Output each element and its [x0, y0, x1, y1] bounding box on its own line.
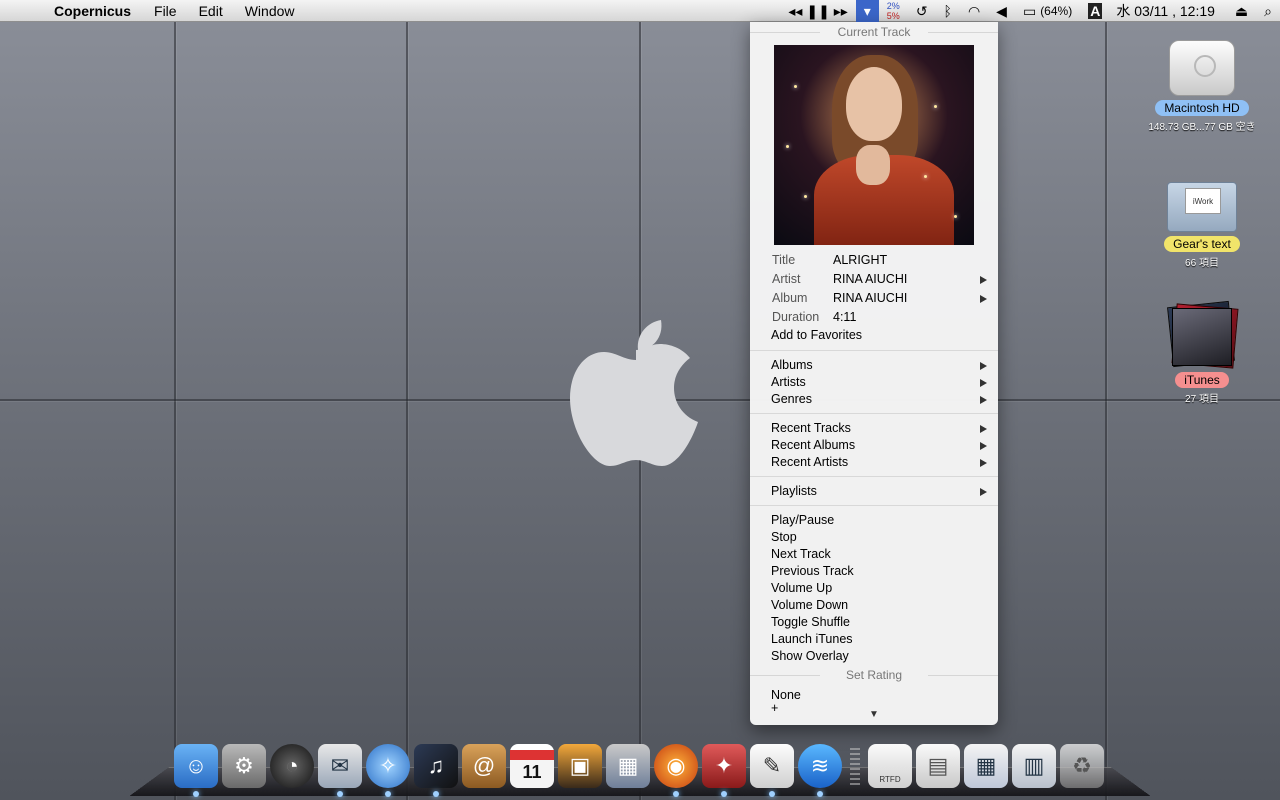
submenu-arrow-icon	[980, 295, 987, 303]
dock-system-preferences-icon[interactable]: ⚙	[222, 744, 266, 788]
submenu-arrow-icon	[980, 379, 987, 387]
dock-copernicus-icon[interactable]: ≋	[798, 744, 842, 797]
menu-file[interactable]: File	[143, 3, 188, 19]
apple-logo-wallpaper	[570, 320, 698, 466]
track-artist-row[interactable]: Artist RINA AIUCHI	[750, 270, 998, 289]
desktop-item-macintosh-hd[interactable]: Macintosh HD 148.73 GB...77 GB 空き	[1132, 40, 1272, 133]
menu-separator	[750, 505, 998, 506]
submenu-arrow-icon	[980, 459, 987, 467]
hard-drive-icon	[1169, 40, 1235, 96]
menu-item-show-overlay[interactable]: Show Overlay	[750, 648, 998, 665]
desktop-item-label: Macintosh HD	[1155, 100, 1249, 116]
menu-bar: Copernicus File Edit Window ◂◂ ❚❚ ▸▸ ▾ 2…	[0, 0, 1280, 22]
input-method-icon[interactable]: A	[1080, 0, 1110, 22]
desktop-item-gears-text[interactable]: iWork Gear's text 66 項目	[1132, 176, 1272, 269]
menu-clock[interactable]: 水 03/11 , 12:19	[1110, 1, 1227, 21]
desktop-item-itunes[interactable]: iTunes 27 項目	[1132, 300, 1272, 405]
dock-address-book-icon[interactable]: @	[462, 744, 506, 788]
desktop-item-label: Gear's text	[1164, 236, 1240, 252]
track-artist: RINA AIUCHI	[833, 272, 908, 286]
menu-edit[interactable]: Edit	[188, 3, 234, 19]
set-rating-heading: Set Rating	[750, 665, 998, 685]
menu-item-recent-albums[interactable]: Recent Albums	[750, 437, 998, 454]
eject-icon[interactable]: ⏏	[1227, 0, 1256, 22]
wifi-icon[interactable]: ◠	[960, 0, 988, 22]
scroll-down-arrow-icon[interactable]: ▼	[750, 709, 998, 720]
itunes-folder-icon	[1167, 300, 1239, 369]
dock-document-icon[interactable]: ▤	[916, 744, 960, 788]
dock-finder-icon[interactable]: ☺	[174, 744, 218, 797]
menu-item-launch-itunes[interactable]: Launch iTunes	[750, 631, 998, 648]
menu-item-previous-track[interactable]: Previous Track	[750, 563, 998, 580]
battery-percent: (64%)	[1040, 4, 1073, 18]
submenu-arrow-icon	[980, 442, 987, 450]
menu-separator	[750, 350, 998, 351]
desktop-item-info: 27 項目	[1185, 394, 1219, 405]
dock-ical-icon[interactable]: 11	[510, 744, 554, 788]
menu-item-recent-tracks[interactable]: Recent Tracks	[750, 420, 998, 437]
dock-iphoto-icon[interactable]: ▣	[558, 744, 602, 788]
submenu-arrow-icon	[980, 396, 987, 404]
submenu-arrow-icon	[980, 362, 987, 370]
menu-item-artists[interactable]: Artists	[750, 374, 998, 391]
track-menu-icon[interactable]: ▾	[855, 0, 879, 22]
add-to-favorites-item[interactable]: Add to Favorites	[750, 327, 998, 345]
time-machine-icon[interactable]: ↺	[908, 0, 936, 22]
dock-itunes-icon[interactable]: ♫	[414, 744, 458, 797]
track-duration-row: Duration 4:11	[750, 308, 998, 327]
desktop-item-info: 66 項目	[1185, 258, 1219, 269]
dock-screenshot-2-icon[interactable]: ▥	[1012, 744, 1056, 788]
desktop-grid-line	[406, 22, 408, 800]
bluetooth-icon[interactable]: ᛒ	[936, 0, 960, 22]
volume-icon[interactable]: ◀	[988, 0, 1015, 22]
dock-mail-icon[interactable]: ✉	[318, 744, 362, 797]
track-duration: 4:11	[833, 310, 857, 324]
dock-safari-icon[interactable]: ✧	[366, 744, 410, 797]
submenu-arrow-icon	[980, 425, 987, 433]
track-title: ALRIGHT	[833, 253, 888, 267]
current-track-heading: Current Track	[750, 22, 998, 42]
desktop-item-label: iTunes	[1175, 372, 1229, 388]
rating-none-item[interactable]: None	[750, 687, 998, 704]
playback-controls-icon[interactable]: ◂◂ ❚❚ ▸▸	[780, 0, 855, 22]
menu-item-volume-up[interactable]: Volume Up	[750, 580, 998, 597]
menu-window[interactable]: Window	[234, 3, 306, 19]
menu-item-genres[interactable]: Genres	[750, 391, 998, 408]
app-menu[interactable]: Copernicus	[38, 3, 143, 19]
dock-textedit-icon[interactable]: ✎	[750, 744, 794, 797]
folder-icon: iWork	[1167, 176, 1237, 232]
dock-firefox-icon[interactable]: ◉	[654, 744, 698, 797]
dock-rtfd-document-icon[interactable]: RTFD	[868, 744, 912, 788]
submenu-arrow-icon	[980, 488, 987, 496]
menu-item-albums[interactable]: Albums	[750, 357, 998, 374]
menu-item-volume-down[interactable]: Volume Down	[750, 597, 998, 614]
dock-screenshot-icon[interactable]: ▦	[964, 744, 1008, 788]
cpu-monitor[interactable]: 2% 5%	[879, 1, 908, 21]
desktop-item-info: 148.73 GB...77 GB 空き	[1148, 122, 1256, 133]
desktop-grid-line	[174, 22, 176, 800]
menu-separator	[750, 476, 998, 477]
menu-item-playlists[interactable]: Playlists	[750, 483, 998, 500]
desktop-grid-line	[1105, 22, 1107, 800]
current-track-menu: Current Track Title ALRIGHT Artist RINA …	[750, 22, 998, 725]
menu-item-stop[interactable]: Stop	[750, 529, 998, 546]
menu-separator	[750, 413, 998, 414]
spotlight-search-icon[interactable]: ⌕	[1256, 0, 1280, 22]
menu-item-recent-artists[interactable]: Recent Artists	[750, 454, 998, 471]
album-artwork[interactable]	[774, 45, 974, 245]
battery-icon[interactable]: ▭ (64%)	[1015, 0, 1080, 22]
submenu-arrow-icon	[980, 276, 987, 284]
menu-item-toggle-shuffle[interactable]: Toggle Shuffle	[750, 614, 998, 631]
dock-trash-icon[interactable]: ♻	[1060, 744, 1104, 788]
track-album-row[interactable]: Album RINA AIUCHI	[750, 289, 998, 308]
dock-divider[interactable]	[850, 748, 860, 788]
menu-item-play-pause[interactable]: Play/Pause	[750, 512, 998, 529]
menu-item-next-track[interactable]: Next Track	[750, 546, 998, 563]
dock-textmate-icon[interactable]: ✦	[702, 744, 746, 797]
dock-dashboard-icon[interactable]: ◔	[270, 744, 314, 788]
dock: ☺ ⚙ ◔ ✉ ✧ ♫ @ 11 ▣ ▦ ◉ ✦ ✎ ≋ RTFD ▤ ▦ ▥ …	[172, 738, 1106, 797]
track-title-row: Title ALRIGHT	[750, 251, 998, 270]
track-album: RINA AIUCHI	[833, 291, 908, 305]
dock-spaces-icon[interactable]: ▦	[606, 744, 650, 788]
